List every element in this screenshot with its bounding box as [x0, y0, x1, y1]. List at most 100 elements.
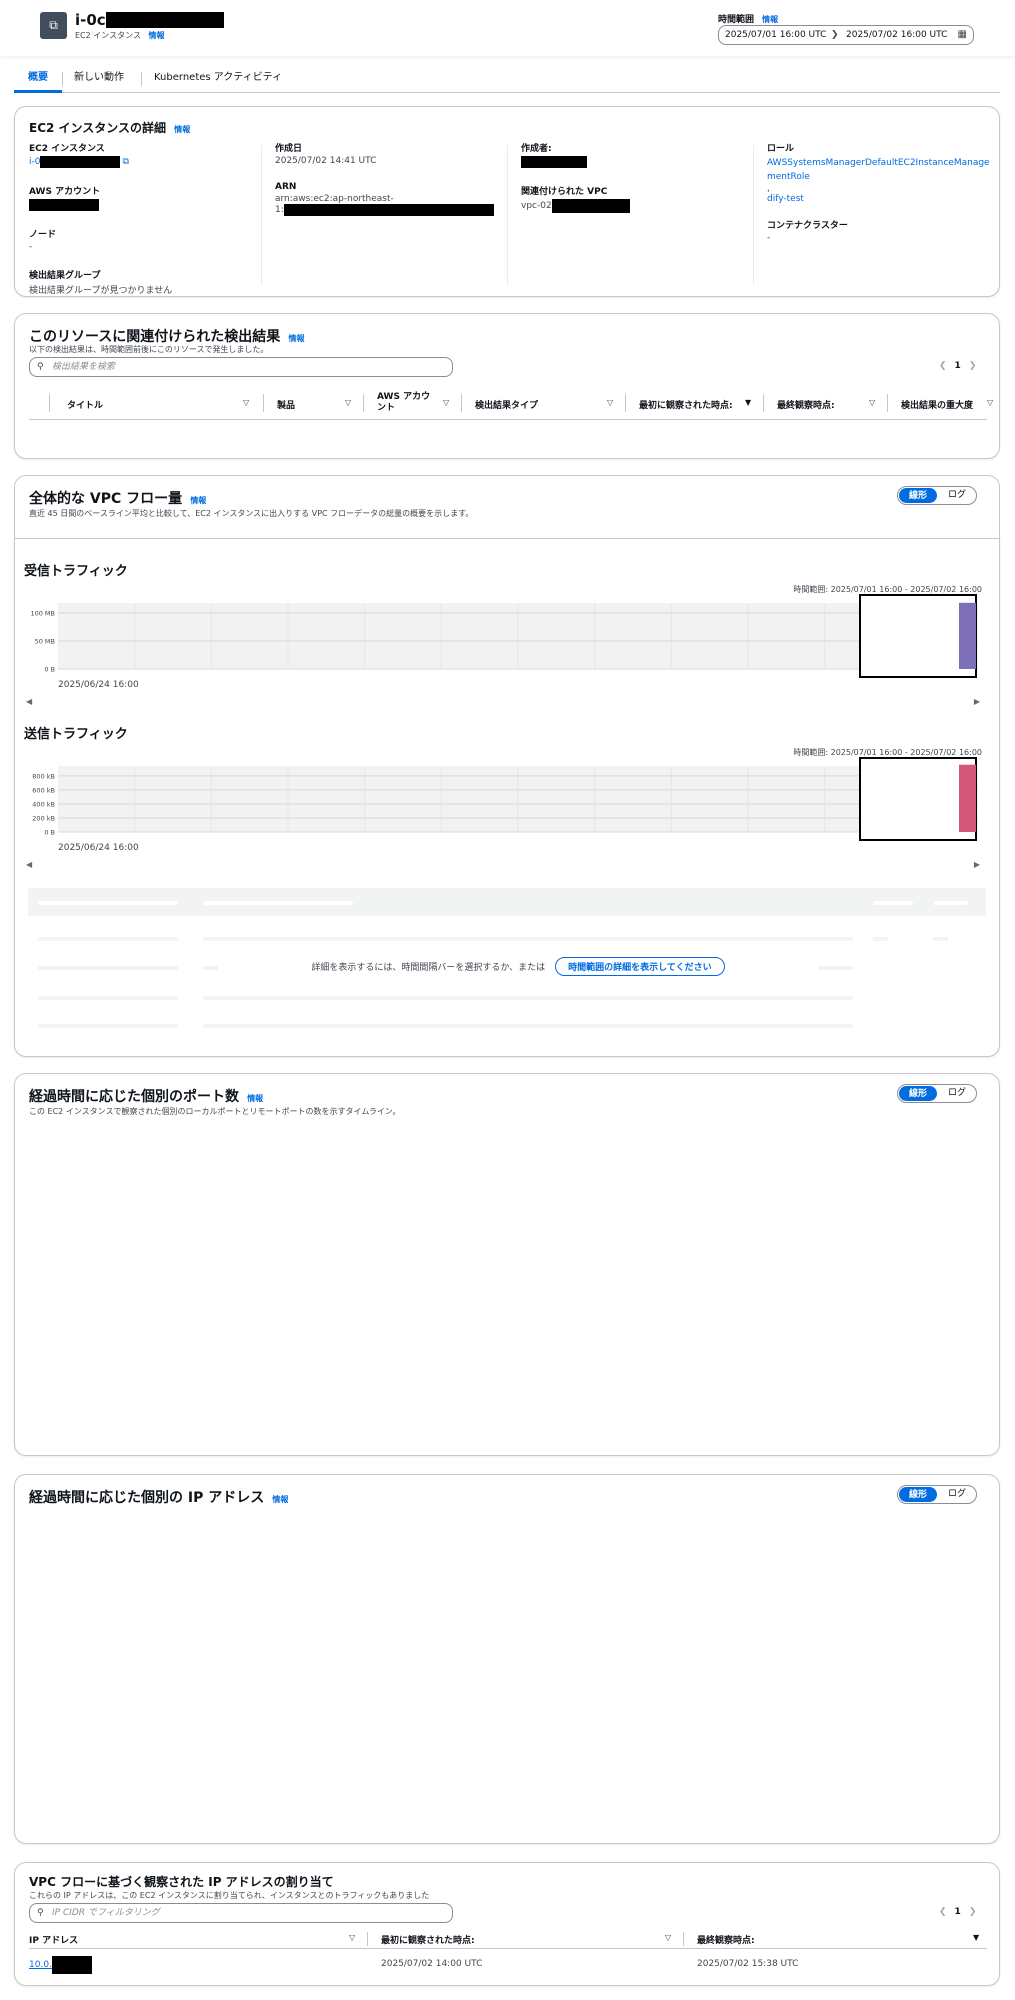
linear-toggle[interactable]: 線形 — [899, 488, 938, 503]
time-range-picker[interactable]: 2025/07/01 16:00 UTC ❯ 2025/07/02 16:00 … — [718, 25, 974, 45]
scroll-left-icon[interactable]: ◀ — [26, 860, 32, 869]
col-title[interactable]: タイトル — [67, 398, 103, 411]
col-type[interactable]: 検出結果タイプ — [475, 398, 538, 411]
vpc-flow-title: 全体的な VPC フロー量 — [29, 491, 183, 507]
x-axis-label: 2025/06/24 16:00 — [58, 680, 139, 690]
col-ip-first[interactable]: 最初に観察された時点: — [381, 1933, 475, 1946]
ip-card: 経過時間に応じた個別の IP アドレス 情報 線形 ログ — [14, 1474, 1000, 1844]
chart-1: 送信トラフィック 時間範囲: 2025/07/01 16:00 - 2025/07… — [24, 723, 982, 873]
chevron-left-icon: ❮ — [939, 1907, 947, 1917]
scroll-right-icon[interactable]: ▶ — [974, 860, 980, 869]
selected-time-range — [859, 594, 977, 678]
vpc-label: 関連付けられた VPC — [521, 187, 608, 197]
ip-assign-pagination[interactable]: ❮ 1 ❯ — [939, 1907, 976, 1917]
details-info-link[interactable]: 情報 — [174, 125, 190, 134]
tab-new-behavior[interactable]: 新しい動作 — [74, 66, 124, 93]
page-title: i-0c — [75, 11, 106, 29]
search-icon: ⚲ — [37, 1908, 44, 1918]
findings-description: 以下の検出結果は、時間範囲前後にこのリソースで発生しました。 — [29, 345, 269, 354]
col-first-seen[interactable]: 最初に観察された時点: — [639, 398, 733, 411]
linear-toggle[interactable]: 線形 — [899, 1086, 938, 1101]
vpc-flow-scale-toggle[interactable]: 線形 ログ — [897, 486, 978, 505]
findings-search-input[interactable]: ⚲ 検出結果を検索 — [29, 357, 453, 377]
log-toggle[interactable]: ログ — [938, 487, 976, 504]
linear-toggle[interactable]: 線形 — [899, 1487, 938, 1502]
node-label: ノード — [29, 230, 57, 240]
ip-assign-title: VPC フローに基づく観察された IP アドレスの割り当て — [29, 1875, 334, 1889]
redacted-creator — [521, 156, 587, 168]
time-range-end: 2025/07/02 16:00 UTC — [846, 30, 948, 40]
y-tick-label: 600 kB — [32, 786, 55, 794]
sort-desc-icon: ▼ — [973, 1933, 980, 1942]
ip-assign-card: VPC フローに基づく観察された IP アドレスの割り当て これらの IP アド… — [14, 1862, 1000, 1986]
empty-state-text: 詳細を表示するには、時間間隔バーを選択するか、または — [311, 962, 546, 973]
vpc-flow-header-card: 全体的な VPC フロー量 情報 直近 45 日間のベースライン平均と比較して、… — [14, 475, 1000, 539]
ip-filter-input[interactable]: ⚲ IP CIDR でフィルタリング — [29, 1903, 453, 1923]
ip-link[interactable]: 10.0. — [29, 1960, 52, 1970]
instance-details-card: EC2 インスタンスの詳細 情報 EC2 インスタンス i-0 ⧉ AWS アカ… — [14, 106, 1000, 297]
chevron-right-icon: ❯ — [831, 30, 839, 40]
col-ip-last[interactable]: 最終観察時点: — [697, 1933, 755, 1946]
data-bar — [959, 602, 976, 669]
col-severity[interactable]: 検出結果の重大度 — [901, 398, 973, 411]
findings-pagination[interactable]: ❮ 1 ❯ — [939, 361, 976, 371]
vpc-flow-description: 直近 45 日間のベースライン平均と比較して、EC2 インスタンスに出入りする … — [29, 509, 474, 518]
tab-kubernetes[interactable]: Kubernetes アクティビティ — [154, 66, 282, 93]
y-tick-label: 200 kB — [32, 814, 55, 822]
role-link[interactable]: AWSSystemsManagerDefaultEC2InstanceManag… — [767, 156, 995, 184]
role-link-2[interactable]: dify-test — [767, 194, 995, 204]
calendar-icon[interactable]: ▦ — [958, 26, 967, 44]
ip-first-seen: 2025/07/02 14:00 UTC — [381, 1959, 483, 1969]
findings-table-header: タイトル ▽ 製品 ▽ AWS アカウント ▽ 検出結果タイプ ▽ 最初に観察さ… — [29, 386, 993, 420]
ports-info-link[interactable]: 情報 — [247, 1094, 263, 1103]
arn-value: arn:aws:ec2:ap-northeast- — [275, 194, 394, 204]
arn-label: ARN — [275, 182, 297, 192]
sort-icon: ▽ — [349, 1933, 356, 1942]
redacted-id — [105, 12, 224, 28]
log-toggle[interactable]: ログ — [938, 1486, 976, 1503]
created-value: 2025/07/02 14:41 UTC — [275, 156, 377, 166]
time-range-info-link[interactable]: 情報 — [762, 15, 778, 24]
sort-icon: ▽ — [607, 398, 614, 407]
sort-icon: ▽ — [243, 398, 250, 407]
group-label: 検出結果グループ — [29, 271, 101, 281]
ips-info-link[interactable]: 情報 — [272, 1495, 288, 1504]
chart-svg: 800 kB 600 kB 400 kB 200 kB 0 B — [32, 757, 978, 841]
ips-scale-toggle[interactable]: 線形 ログ — [897, 1485, 978, 1504]
col-product[interactable]: 製品 — [277, 398, 295, 411]
findings-info-link[interactable]: 情報 — [289, 334, 305, 343]
col-account[interactable]: AWS アカウント — [377, 392, 437, 414]
col-ip[interactable]: IP アドレス — [29, 1933, 78, 1946]
ports-card: 経過時間に応じた個別のポート数 情報 この EC2 インスタンスで観察された個別… — [14, 1073, 1000, 1456]
y-tick-label: 400 kB — [32, 800, 55, 808]
vpc-flow-info-link[interactable]: 情報 — [190, 496, 206, 505]
ips-title: 経過時間に応じた個別の IP アドレス — [29, 1490, 265, 1506]
x-axis-label: 2025/06/24 16:00 — [58, 843, 139, 853]
findings-title: このリソースに関連付けられた検出結果 — [29, 329, 281, 345]
y-tick-label: 50 MB — [35, 637, 55, 645]
tab-overview[interactable]: 概要 — [14, 66, 62, 93]
instance-label: EC2 インスタンス — [29, 144, 105, 154]
y-tick-label: 0 B — [44, 829, 55, 837]
scroll-right-icon[interactable]: ▶ — [974, 697, 980, 706]
col-last-seen[interactable]: 最終観察時点: — [777, 398, 835, 411]
ip-assign-description: これらの IP アドレスは、この EC2 インスタンスに割り当てられ、インスタン… — [29, 1891, 430, 1900]
redacted-account — [29, 199, 99, 211]
scroll-left-icon[interactable]: ◀ — [26, 697, 32, 706]
details-title: EC2 インスタンスの詳細 — [29, 121, 167, 135]
external-link-icon[interactable]: ⧉ — [122, 157, 128, 167]
sort-icon: ▽ — [345, 398, 352, 407]
chart-svg: 100 MB 50 MB 0 B — [30, 594, 978, 678]
y-tick-label: 100 MB — [30, 609, 55, 617]
table-row: 10.0. 2025/07/02 14:00 UTC 2025/07/02 15… — [29, 1953, 987, 1975]
header-info-link[interactable]: 情報 — [149, 31, 165, 40]
instance-link[interactable]: i-0 — [29, 157, 40, 167]
vpc-value: vpc-02 — [521, 201, 552, 211]
role-label: ロール — [767, 144, 795, 154]
creator-label: 作成者: — [521, 144, 552, 154]
view-time-range-button[interactable]: 時間範囲の詳細を表示してください — [555, 956, 725, 976]
log-toggle[interactable]: ログ — [938, 1085, 976, 1102]
created-label: 作成日 — [275, 144, 303, 154]
ports-scale-toggle[interactable]: 線形 ログ — [897, 1084, 978, 1103]
sort-desc-icon: ▼ — [745, 398, 752, 407]
